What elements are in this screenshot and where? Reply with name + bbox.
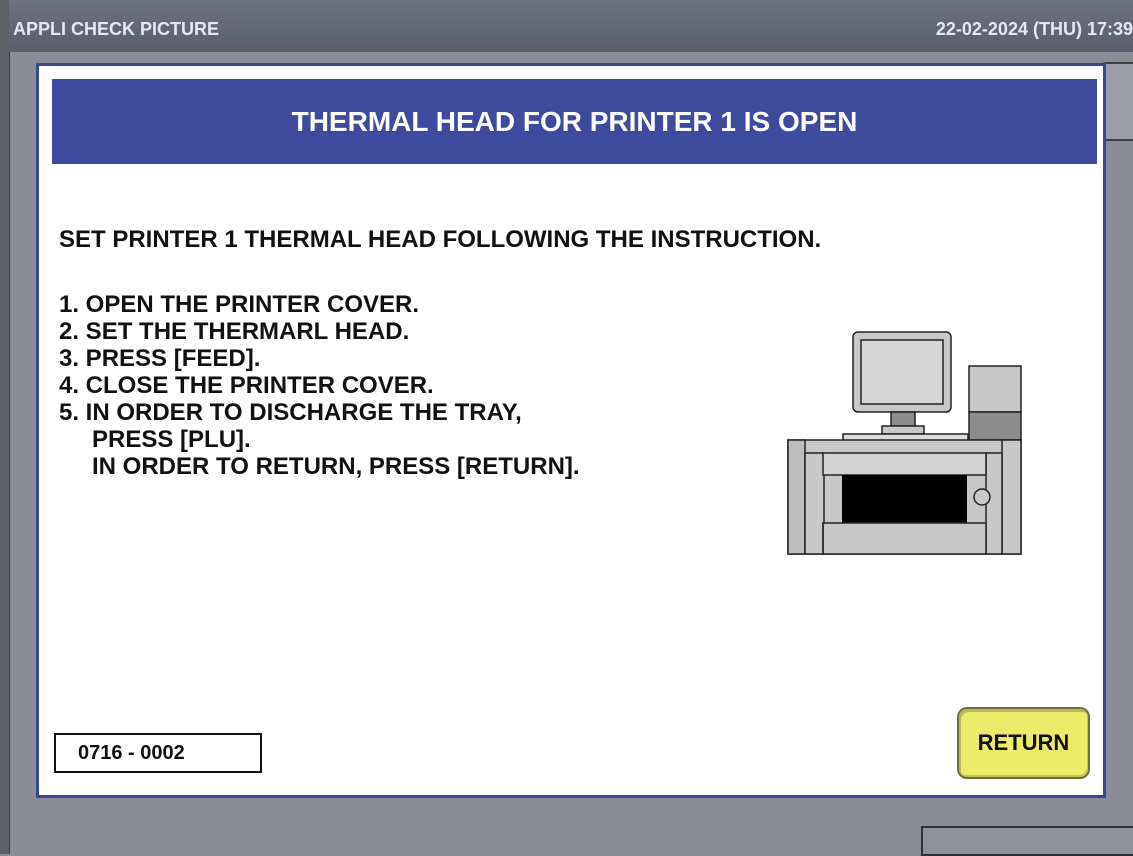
instruction-text: SET PRINTER 1 THERMAL HEAD FOLLOWING THE…	[59, 226, 822, 253]
step-list: 1. OPEN THE PRINTER COVER. 2. SET THE TH…	[59, 291, 580, 480]
title-bar: APPLI CHECK PICTURE 22-02-2024 (THU) 17:…	[9, 0, 1133, 52]
printer-scale-icon	[787, 331, 1022, 555]
error-dialog: THERMAL HEAD FOR PRINTER 1 IS OPEN SET P…	[36, 63, 1106, 798]
step-item: 3. PRESS [FEED].	[59, 345, 261, 372]
step-item: 5. IN ORDER TO DISCHARGE THE TRAY,	[59, 399, 522, 426]
step-item-continuation: IN ORDER TO RETURN, PRESS [RETURN].	[92, 453, 580, 480]
dialog-header: THERMAL HEAD FOR PRINTER 1 IS OPEN	[52, 79, 1097, 164]
date-time: 22-02-2024 (THU) 17:39	[935, 19, 1133, 39]
step-item-continuation: PRESS [PLU].	[92, 426, 251, 453]
step-item: 1. OPEN THE PRINTER COVER.	[59, 291, 420, 318]
return-button[interactable]: RETURN	[957, 707, 1090, 779]
step-item: 2. SET THE THERMARL HEAD.	[59, 318, 410, 345]
window-left-edge	[0, 0, 10, 854]
app-title: APPLI CHECK PICTURE	[13, 19, 220, 39]
step-item: 4. CLOSE THE PRINTER COVER.	[59, 372, 434, 399]
background-status-field	[921, 826, 1133, 856]
error-code: 0716 - 0002	[54, 733, 262, 773]
